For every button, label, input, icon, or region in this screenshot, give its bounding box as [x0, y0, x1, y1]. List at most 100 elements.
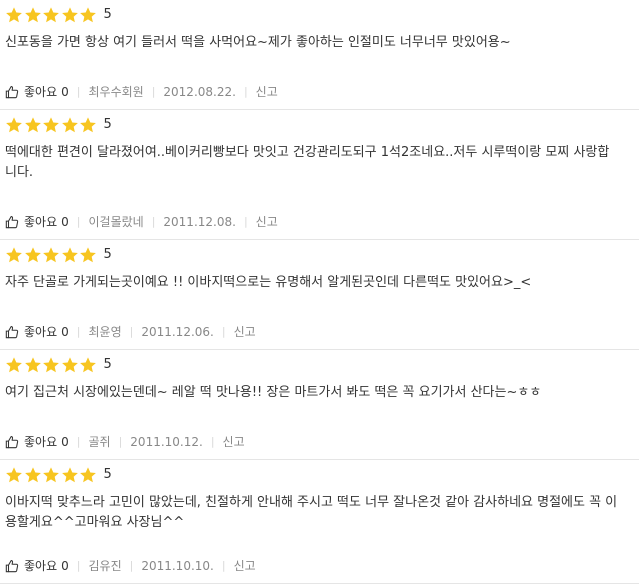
rating-row: 5: [5, 466, 639, 484]
report-link[interactable]: 신고: [256, 84, 278, 100]
thumbs-up-icon: [5, 436, 19, 449]
review-date: 2011.12.08.: [163, 215, 236, 229]
thumbs-up-icon: [5, 216, 19, 229]
like-count: 0: [61, 215, 69, 229]
review-author: 최우수회원: [88, 85, 144, 99]
like-button[interactable]: 좋아요 0: [5, 558, 69, 574]
meta-separator: |: [129, 325, 134, 338]
review-date: 2012.08.22.: [163, 85, 236, 99]
star-icon: [6, 117, 22, 133]
report-link[interactable]: 신고: [234, 558, 256, 574]
star-icon: [80, 357, 96, 373]
like-label: 좋아요: [24, 325, 58, 339]
rating-row: 5: [5, 246, 639, 264]
review-author: 김유진: [88, 559, 122, 573]
meta-separator: |: [210, 435, 215, 448]
like-count: 0: [61, 325, 69, 339]
rating-row: 5: [5, 116, 639, 134]
review-meta: 좋아요 0 | 골쥐 | 2011.10.12. | 신고: [5, 434, 245, 450]
star-icon: [43, 117, 59, 133]
review-meta: 좋아요 0 | 이걸몰랐네 | 2011.12.08. | 신고: [5, 214, 278, 230]
star-icon: [24, 357, 41, 373]
review-meta: 좋아요 0 | 최우수회원 | 2012.08.22. | 신고: [5, 84, 278, 100]
meta-separator: |: [76, 559, 81, 572]
star-icon: [6, 467, 22, 483]
review-date: 2011.12.06.: [141, 325, 214, 339]
star-rating: [5, 246, 98, 264]
thumbs-up-icon: [5, 326, 19, 339]
review-text: 여기 집근처 시장에있는덴데~ 레알 떡 맛나용!! 장은 마트가서 봐도 떡은…: [5, 385, 542, 400]
review-item: 5 이바지떡 맞추느라 고민이 많았는데, 친절하게 안내해 주시고 떡도 너무 …: [0, 460, 639, 584]
thumbs-up-icon: [5, 86, 19, 99]
meta-separator: |: [76, 215, 81, 228]
review-date: 2011.10.12.: [130, 435, 203, 449]
review-meta: 좋아요 0 | 김유진 | 2011.10.10. | 신고: [5, 558, 256, 574]
star-icon: [61, 467, 78, 483]
review-item: 5 자주 단골로 가게되는곳이예요 !! 이바지떡으로는 유명해서 알게된곳인데 …: [0, 240, 639, 350]
star-icon: [24, 117, 41, 133]
like-button[interactable]: 좋아요 0: [5, 214, 69, 230]
review-text: 이바지떡 맞추느라 고민이 많았는데, 친절하게 안내해 주시고 떡도 너무 잘…: [5, 495, 618, 530]
meta-separator: |: [76, 325, 81, 338]
review-item: 5 신포동을 가면 항상 여기 들러서 떡을 사먹어요~제가 좋아하는 인절미도 …: [0, 0, 639, 110]
star-icon: [43, 467, 59, 483]
like-count: 0: [61, 559, 69, 573]
rating-row: 5: [5, 356, 639, 374]
rating-score: 5: [103, 247, 112, 262]
star-icon: [61, 117, 78, 133]
review-date: 2011.10.10.: [141, 559, 214, 573]
review-list: 5 신포동을 가면 항상 여기 들러서 떡을 사먹어요~제가 좋아하는 인절미도 …: [0, 0, 639, 584]
rating-score: 5: [103, 467, 112, 482]
star-icon: [43, 7, 59, 23]
star-rating: [5, 356, 98, 374]
rating-row: 5: [5, 6, 639, 24]
rating-score: 5: [103, 357, 112, 372]
like-count: 0: [61, 85, 69, 99]
star-icon: [61, 7, 78, 23]
star-icon: [6, 7, 22, 23]
meta-separator: |: [221, 559, 226, 572]
star-icon: [43, 357, 59, 373]
report-link[interactable]: 신고: [223, 434, 245, 450]
star-icon: [6, 357, 22, 373]
like-label: 좋아요: [24, 215, 58, 229]
like-label: 좋아요: [24, 559, 58, 573]
meta-separator: |: [76, 435, 81, 448]
review-item: 5 떡에대한 편견이 달라졌어여..베이커리빵보다 맛잇고 건강관리도되구 1석2…: [0, 110, 639, 240]
review-text: 떡에대한 편견이 달라졌어여..베이커리빵보다 맛잇고 건강관리도되구 1석2조…: [5, 145, 610, 180]
like-button[interactable]: 좋아요 0: [5, 324, 69, 340]
review-author: 골쥐: [88, 435, 111, 449]
report-link[interactable]: 신고: [256, 214, 278, 230]
meta-separator: |: [151, 85, 156, 98]
like-label: 좋아요: [24, 435, 58, 449]
review-author: 이걸몰랐네: [88, 215, 144, 229]
star-icon: [24, 467, 41, 483]
like-label: 좋아요: [24, 85, 58, 99]
meta-separator: |: [243, 85, 248, 98]
star-icon: [80, 247, 96, 263]
star-icon: [24, 7, 41, 23]
meta-separator: |: [76, 85, 81, 98]
meta-separator: |: [243, 215, 248, 228]
star-icon: [6, 247, 22, 263]
like-button[interactable]: 좋아요 0: [5, 434, 69, 450]
star-rating: [5, 466, 98, 484]
star-icon: [80, 467, 96, 483]
star-icon: [80, 7, 96, 23]
review-author: 최윤영: [88, 325, 122, 339]
star-icon: [80, 117, 96, 133]
star-icon: [43, 247, 59, 263]
star-icon: [61, 247, 78, 263]
star-icon: [61, 357, 78, 373]
like-button[interactable]: 좋아요 0: [5, 84, 69, 100]
meta-separator: |: [118, 435, 123, 448]
review-text: 신포동을 가면 항상 여기 들러서 떡을 사먹어요~제가 좋아하는 인절미도 너…: [5, 35, 511, 50]
meta-separator: |: [151, 215, 156, 228]
report-link[interactable]: 신고: [234, 324, 256, 340]
meta-separator: |: [221, 325, 226, 338]
star-rating: [5, 116, 98, 134]
review-text: 자주 단골로 가게되는곳이예요 !! 이바지떡으로는 유명해서 알게된곳인데 다…: [5, 275, 532, 290]
star-icon: [24, 247, 41, 263]
rating-score: 5: [103, 7, 112, 22]
like-count: 0: [61, 435, 69, 449]
